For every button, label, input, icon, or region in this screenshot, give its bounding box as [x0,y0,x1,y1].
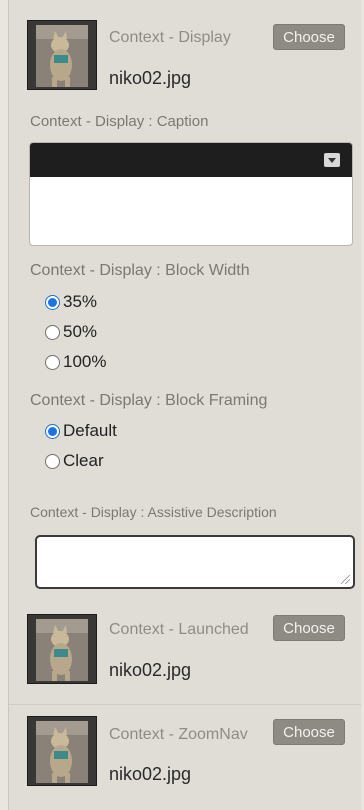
zoomnav-thumbnail[interactable] [27,716,97,786]
block-framing-label: Context - Display : Block Framing [30,392,268,409]
zoomnav-title: Context - ZoomNav [109,726,248,743]
context-panel: Context - Display niko02.jpg Choose Cont… [8,0,361,810]
launched-choose-button[interactable]: Choose [273,615,345,641]
block-width-option-50[interactable]: 50% [45,320,97,344]
cat-photo-icon [28,21,96,89]
radio-checked-icon[interactable] [45,423,60,439]
toolbar-dropdown-icon[interactable] [324,153,340,167]
block-width-option-label: 35% [63,292,98,311]
launched-filename: niko02.jpg [109,660,192,680]
block-framing-option-default[interactable]: Default [45,419,117,443]
block-width-option-35[interactable]: 35% [45,290,97,314]
display-filename: niko02.jpg [109,68,192,88]
cat-photo-icon [28,615,96,683]
block-width-label: Context - Display : Block Width [30,262,250,279]
block-width-option-label: 100% [63,352,107,371]
launched-title: Context - Launched [109,621,249,638]
radio-unchecked-icon[interactable] [45,453,60,469]
assistive-description-input[interactable] [35,535,355,589]
display-choose-button[interactable]: Choose [273,24,345,50]
block-width-option-label: 50% [63,322,98,341]
section-divider [9,704,361,705]
zoomnav-choose-button[interactable]: Choose [273,719,345,745]
cat-photo-icon [28,717,96,785]
radio-checked-icon[interactable] [45,294,60,310]
block-framing-option-label: Default [63,421,117,440]
radio-unchecked-icon[interactable] [45,354,60,370]
launched-thumbnail[interactable] [27,614,97,684]
caption-toolbar [30,143,352,177]
resize-grip-icon[interactable] [341,575,350,584]
assistive-label: Context - Display : Assistive Descriptio… [30,504,277,520]
display-thumbnail[interactable] [27,20,97,90]
block-width-option-100[interactable]: 100% [45,350,106,374]
caption-label: Context - Display : Caption [30,113,209,130]
display-title: Context - Display [109,29,231,46]
caption-editor[interactable] [29,142,353,246]
zoomnav-filename: niko02.jpg [109,764,192,784]
radio-unchecked-icon[interactable] [45,324,60,340]
block-framing-option-clear[interactable]: Clear [45,449,104,473]
block-framing-option-label: Clear [63,451,104,470]
